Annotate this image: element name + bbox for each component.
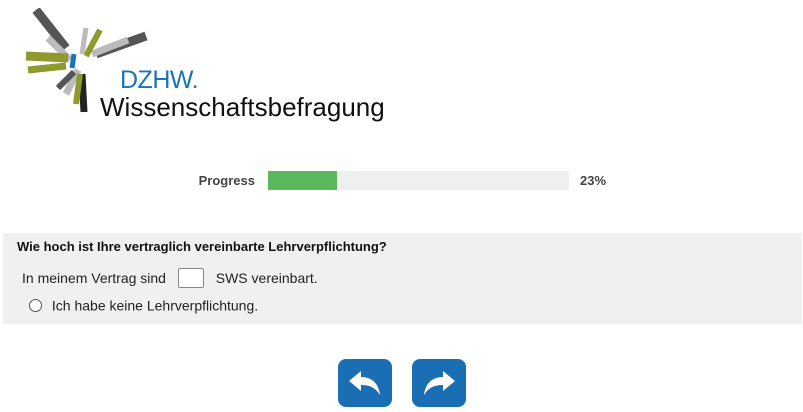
dzhw-logo: DZHW. Wissenschaftsbefragung [18,8,398,122]
back-button[interactable] [338,359,392,407]
answer-prefix: In meinem Vertrag sind [22,270,166,286]
question-panel: Wie hoch ist Ihre vertraglich vereinbart… [3,233,802,324]
progress-percent: 23% [580,173,607,188]
next-button[interactable] [412,359,466,407]
progress-bar [268,171,569,190]
radio-button[interactable] [29,298,42,312]
progress-label: Progress [198,173,255,188]
option-no-teaching[interactable]: Ich habe keine Lehrverpflichtung. [29,296,258,313]
progress-bar-fill [268,171,338,190]
sws-input[interactable] [177,268,204,288]
answer-row: In meinem Vertrag sind SWS vereinbart. [22,268,318,288]
answer-suffix: SWS vereinbart. [215,270,318,286]
undo-arrow-icon [349,371,380,395]
logo-brand-text: DZHW. [120,66,199,94]
question-text: Wie hoch ist Ihre vertraglich vereinbart… [17,239,387,254]
logo-subtitle: Wissenschaftsbefragung [100,92,385,122]
progress-section: Progress 23% [0,170,803,192]
option-no-teaching-label: Ich habe keine Lehrverpflichtung. [51,297,259,314]
redo-arrow-icon [424,371,455,395]
